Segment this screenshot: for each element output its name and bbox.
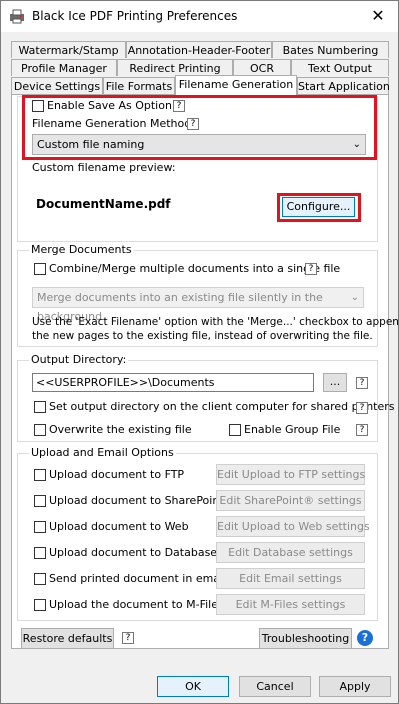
client-output-dir-label: Set output directory on the client compu…: [49, 400, 395, 413]
tab-annotation-header-footer[interactable]: Annotation-Header-Footer: [126, 41, 272, 58]
troubleshooting-button[interactable]: Troubleshooting: [259, 628, 352, 649]
chevron-down-icon: ⌄: [350, 292, 359, 303]
tab-filename-generation[interactable]: Filename Generation: [175, 75, 297, 95]
merge-note-line1: Use the 'Exact Filename' option with the…: [32, 316, 399, 328]
cancel-button[interactable]: Cancel: [239, 676, 311, 697]
highlight-frame-methods: [22, 95, 377, 160]
merge-note-line2: the new pages to the existing file, inst…: [32, 330, 373, 342]
merge-mode-select[interactable]: Merge documents into an existing file si…: [32, 287, 364, 323]
browse-button[interactable]: ...: [323, 373, 347, 392]
apply-button[interactable]: Apply: [319, 676, 391, 697]
tab-profile-manager[interactable]: Profile Manager: [11, 59, 117, 76]
upload-sharepoint-checkbox[interactable]: [34, 495, 46, 507]
upload-web-label: Upload document to Web: [49, 520, 189, 533]
upload-mfiles-label: Upload the document to M-Files: [49, 598, 224, 611]
tab-ocr[interactable]: OCR: [233, 59, 291, 76]
close-icon[interactable]: ✕: [367, 6, 389, 26]
filename-preview-label: Custom filename preview:: [32, 161, 176, 174]
preferences-window: Black Ice PDF Printing Preferences ✕ Wat…: [0, 0, 399, 704]
tab-watermark-stamp[interactable]: Watermark/Stamp: [11, 41, 126, 58]
help-icon[interactable]: ?: [122, 632, 134, 644]
help-icon[interactable]: ?: [356, 402, 368, 414]
upload-ftp-label: Upload document to FTP: [49, 468, 185, 481]
tab-redirect-printing[interactable]: Redirect Printing: [117, 59, 233, 76]
tab-file-formats[interactable]: File Formats: [103, 77, 175, 94]
client-output-dir-checkbox[interactable]: [34, 401, 46, 413]
restore-defaults-button[interactable]: Restore defaults: [21, 628, 114, 649]
upload-email-group-label: Upload and Email Options: [29, 446, 176, 459]
edit-database-settings-button[interactable]: Edit Database settings: [216, 542, 365, 563]
edit-email-settings-button[interactable]: Edit Email settings: [216, 568, 365, 589]
upload-database-label: Upload document to Database: [49, 546, 218, 559]
printer-app-icon: [10, 9, 24, 24]
merge-documents-group-label: Merge Documents: [29, 243, 134, 256]
edit-ftp-settings-button[interactable]: Edit Upload to FTP settings: [216, 464, 365, 485]
upload-ftp-checkbox[interactable]: [34, 469, 46, 481]
ok-button[interactable]: OK: [157, 676, 229, 697]
upload-web-checkbox[interactable]: [34, 521, 46, 533]
overwrite-file-checkbox[interactable]: [34, 424, 46, 436]
edit-mfiles-settings-button[interactable]: Edit M-Files settings: [216, 594, 365, 615]
enable-group-file-label: Enable Group File: [244, 423, 341, 436]
tab-bates-numbering[interactable]: Bates Numbering: [272, 41, 389, 58]
tab-device-settings[interactable]: Device Settings: [11, 77, 103, 94]
upload-database-checkbox[interactable]: [34, 547, 46, 559]
enable-group-file-checkbox[interactable]: [229, 424, 241, 436]
edit-web-settings-button[interactable]: Edit Upload to Web settings: [216, 516, 370, 537]
edit-sharepoint-settings-button[interactable]: Edit SharePoint® settings: [216, 490, 365, 511]
combine-merge-label: Combine/Merge multiple documents into a …: [49, 262, 341, 275]
help-icon[interactable]: ?: [356, 424, 368, 436]
output-directory-group-label: Output Directory:: [29, 353, 129, 366]
help-icon[interactable]: ?: [356, 377, 368, 389]
tab-text-output[interactable]: Text Output: [291, 59, 389, 76]
highlight-frame-configure: [277, 193, 361, 222]
window-title: Black Ice PDF Printing Preferences: [32, 9, 238, 23]
send-email-checkbox[interactable]: [34, 573, 46, 585]
help-icon[interactable]: ?: [305, 263, 317, 275]
title-bar: Black Ice PDF Printing Preferences ✕: [1, 1, 398, 32]
tab-start-application[interactable]: Start Application: [297, 77, 390, 94]
combine-merge-checkbox[interactable]: [34, 263, 46, 275]
output-path-input[interactable]: <<USERPROFILE>>\Documents: [32, 373, 314, 392]
help-circle-icon[interactable]: ?: [357, 630, 373, 646]
filename-preview-value: DocumentName.pdf: [36, 197, 171, 211]
overwrite-file-label: Overwrite the existing file: [49, 423, 192, 436]
upload-sharepoint-label: Upload document to SharePoint®: [49, 494, 235, 507]
upload-mfiles-checkbox[interactable]: [34, 599, 46, 611]
send-email-label: Send printed document in email: [49, 572, 227, 585]
